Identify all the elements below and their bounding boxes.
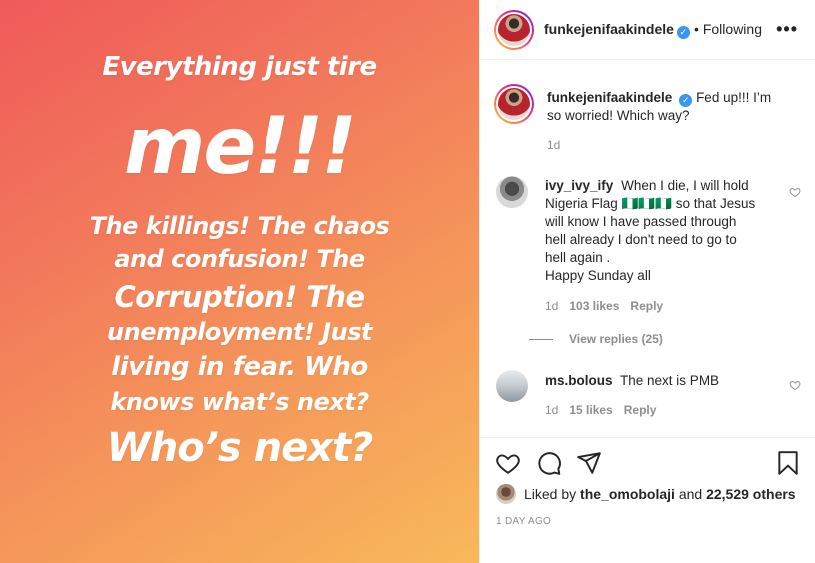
likes-prefix: Liked by — [524, 486, 577, 502]
bookmark-icon[interactable] — [775, 450, 801, 476]
comment-item: ms.bolous The next is PMB 1d 15 likes Repl… — [496, 370, 801, 430]
post-text-line: me!!! — [124, 102, 357, 192]
post-text-line: Corruption! The — [114, 280, 365, 314]
separator-dot: • — [693, 21, 699, 37]
author-avatar[interactable] — [494, 10, 534, 50]
post-side-panel: funkejenifaakindele ✓ • Following ••• funke… — [479, 0, 815, 563]
comment-likes[interactable]: 15 likes — [569, 403, 612, 417]
comment-text-line: Happy Sunday all — [545, 268, 651, 283]
comment-like-icon[interactable] — [789, 379, 801, 391]
comment-text: The next is PMB — [620, 373, 720, 388]
caption: funkejenifaakindele ✓ Fed up!!! I’m so wo… — [494, 84, 801, 154]
reply-button[interactable]: Reply — [624, 403, 657, 417]
commenter-avatar[interactable] — [496, 370, 528, 402]
view-replies-button[interactable]: View replies (25) — [529, 332, 663, 346]
comment-time[interactable]: 1d — [545, 403, 558, 417]
comment-body: ivy_ivy_ify When I die, I will hold Nige… — [545, 177, 761, 285]
likes-and: and — [678, 486, 703, 502]
comment-username[interactable]: ivy_ivy_ify — [545, 178, 613, 193]
post-text-line: living in fear. Who — [111, 352, 368, 382]
comment-meta: 1d 103 likes Reply — [545, 299, 674, 313]
post-image[interactable]: Everything just tire me!!! The killings!… — [0, 0, 479, 563]
post-header: funkejenifaakindele ✓ • Following ••• — [480, 0, 815, 60]
commenter-avatar[interactable] — [496, 176, 528, 208]
comment-username[interactable]: ms.bolous — [545, 373, 613, 388]
post-text-line: Who’s next? — [106, 425, 374, 471]
comment-meta: 1d 15 likes Reply — [545, 403, 667, 417]
share-icon[interactable] — [576, 450, 602, 476]
likes-count[interactable]: 22,529 others — [706, 486, 796, 502]
post-text-line: The killings! The chaos — [89, 212, 390, 240]
likes-summary: Liked by the_omobolaji and 22,529 others — [496, 484, 796, 504]
view-replies-label[interactable]: View replies (25) — [569, 332, 663, 346]
comment-like-icon[interactable] — [789, 186, 801, 198]
header-author: funkejenifaakindele ✓ • Following — [544, 21, 762, 39]
post-timestamp[interactable]: 1 DAY AGO — [496, 516, 551, 527]
verified-badge-icon: ✓ — [679, 94, 693, 107]
comment-icon[interactable] — [536, 450, 562, 476]
post-text-line: and confusion! The — [114, 245, 365, 273]
liker-avatar[interactable] — [496, 484, 516, 504]
more-options-icon[interactable]: ••• — [776, 19, 798, 40]
comments-section: funkejenifaakindele ✓ Fed up!!! I’m so wo… — [480, 60, 815, 438]
post-text-line: knows what’s next? — [110, 388, 369, 416]
liker-username[interactable]: the_omobolaji — [580, 486, 675, 502]
caption-username[interactable]: funkejenifaakindele — [547, 90, 672, 105]
caption-avatar[interactable] — [494, 84, 534, 124]
caption-time[interactable]: 1d — [547, 138, 560, 152]
post-text-line: Everything just tire — [102, 52, 377, 82]
post-text-line: unemployment! Just — [107, 318, 372, 346]
action-bar — [480, 440, 815, 490]
replies-divider — [529, 338, 553, 340]
following-button[interactable]: Following — [703, 21, 762, 37]
comment-body: ms.bolous The next is PMB — [545, 372, 775, 390]
comment-time[interactable]: 1d — [545, 299, 558, 313]
caption-meta: 1d — [547, 138, 571, 152]
comment-likes[interactable]: 103 likes — [569, 299, 619, 313]
caption-body: funkejenifaakindele ✓ Fed up!!! I’m so wo… — [547, 89, 779, 125]
heart-icon[interactable] — [495, 450, 521, 476]
reply-button[interactable]: Reply — [630, 299, 663, 313]
comment-item: ivy_ivy_ify When I die, I will hold Nige… — [496, 176, 801, 316]
author-username[interactable]: funkejenifaakindele — [544, 21, 674, 37]
verified-badge-icon: ✓ — [676, 26, 690, 39]
